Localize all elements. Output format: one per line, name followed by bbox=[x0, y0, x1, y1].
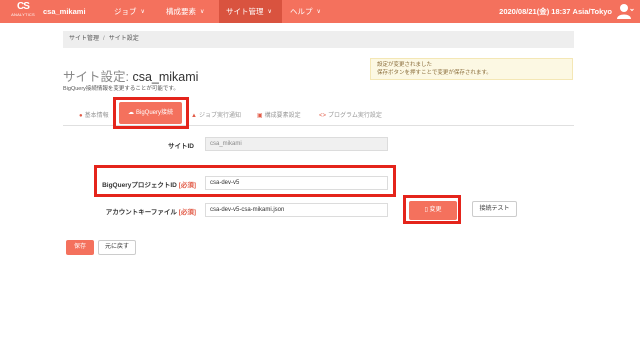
project-id-label: BigQueryプロジェクトID [必須] bbox=[100, 179, 196, 189]
tab-label: ジョブ実行通知 bbox=[198, 113, 241, 119]
top-navbar: CS ANALYTICS csa_mikami ジョブ ∨ 構成要素 ∨ サイト管理… bbox=[0, 0, 640, 23]
breadcrumb: サイト管理 / サイト設定 bbox=[63, 31, 574, 48]
change-notice: 設定が変更されました 保存ボタンを押すことで変更が保存されます。 bbox=[370, 58, 573, 80]
notice-line-1: 設定が変更されました bbox=[377, 62, 433, 68]
tab-label: プログラム実行設定 bbox=[328, 113, 382, 119]
info-icon: ● bbox=[79, 113, 83, 119]
change-button-label: 変更 bbox=[429, 207, 442, 213]
revert-button[interactable]: 元に戻す bbox=[98, 240, 136, 255]
nav-item-jobs[interactable]: ジョブ ∨ bbox=[108, 0, 160, 23]
required-badge: [必須] bbox=[178, 182, 196, 189]
key-file-label-text: アカウントキーファイル bbox=[105, 209, 177, 216]
project-id-label-text: BigQueryプロジェクトID bbox=[102, 182, 177, 189]
tab-label: BigQuery接続 bbox=[135, 110, 173, 116]
nav-label: 構成要素 bbox=[166, 7, 196, 16]
nav-label: サイト管理 bbox=[226, 7, 264, 16]
nav-item-site-admin[interactable]: サイト管理 ∨ bbox=[219, 0, 282, 23]
logo-word: ANALYTICS bbox=[11, 12, 35, 17]
nav-item-help[interactable]: ヘルプ ∨ bbox=[284, 0, 330, 23]
page-title: サイト設定: csa_mikami bbox=[63, 66, 198, 85]
tab-label: 構成要素設定 bbox=[264, 113, 301, 119]
tab-label: 基本情報 bbox=[84, 113, 109, 119]
project-id-input[interactable]: csa-dev-v5 bbox=[205, 176, 388, 190]
page-subtitle: BigQuery接続情報を変更することが可能です。 bbox=[63, 86, 179, 92]
tab-basic-info[interactable]: ● 基本情報 bbox=[79, 110, 109, 119]
chevron-down-icon: ∨ bbox=[316, 9, 321, 15]
tab-component-settings[interactable]: ▣ 構成要素設定 bbox=[257, 110, 301, 119]
bell-icon: ▲ bbox=[191, 113, 197, 119]
nav-item-components[interactable]: 構成要素 ∨ bbox=[160, 0, 218, 23]
change-key-file-button[interactable]: ▯ 変更 bbox=[409, 201, 457, 220]
notice-line-2: 保存ボタンを押すことで変更が保存されます。 bbox=[377, 70, 492, 76]
user-icon[interactable] bbox=[616, 3, 634, 20]
chevron-down-icon: ∨ bbox=[140, 9, 145, 15]
site-id-label: サイトID bbox=[168, 143, 194, 150]
breadcrumb-current: サイト設定 bbox=[108, 36, 139, 42]
key-file-field: csa-dev-v5-csa-mikami.json bbox=[205, 203, 388, 217]
page-title-prefix: サイト設定: bbox=[63, 70, 129, 84]
nav-label: ジョブ bbox=[114, 7, 137, 16]
app-logo[interactable]: CS ANALYTICS bbox=[6, 2, 40, 21]
save-button[interactable]: 保存 bbox=[66, 240, 94, 255]
required-badge: [必須] bbox=[178, 209, 196, 216]
chevron-down-icon: ∨ bbox=[267, 9, 272, 15]
page-title-site-name: csa_mikami bbox=[132, 70, 199, 84]
connection-test-button[interactable]: 接続テスト bbox=[472, 201, 517, 217]
cloud-icon: ☁ bbox=[127, 110, 134, 116]
nav-label: ヘルプ bbox=[290, 7, 313, 16]
tab-program-settings[interactable]: <> プログラム実行設定 bbox=[319, 110, 382, 119]
site-id-field: csa_mikami bbox=[205, 137, 388, 151]
tab-job-notification[interactable]: ▲ ジョブ実行通知 bbox=[191, 110, 241, 119]
code-icon: <> bbox=[319, 113, 327, 119]
change-icon: ▯ bbox=[424, 207, 428, 213]
breadcrumb-parent[interactable]: サイト管理 bbox=[69, 36, 99, 42]
chevron-down-icon: ∨ bbox=[200, 9, 205, 15]
tab-bigquery-connection[interactable]: ☁ BigQuery接続 bbox=[119, 102, 182, 124]
current-datetime: 2020/08/21(金) 18:37 Asia/Tokyo bbox=[499, 7, 612, 16]
account-name[interactable]: csa_mikami bbox=[43, 0, 86, 23]
key-file-label: アカウントキーファイル [必須] bbox=[100, 206, 196, 216]
breadcrumb-separator: / bbox=[103, 36, 105, 42]
gear-box-icon: ▣ bbox=[257, 113, 263, 119]
logo-mark: CS bbox=[17, 1, 30, 12]
